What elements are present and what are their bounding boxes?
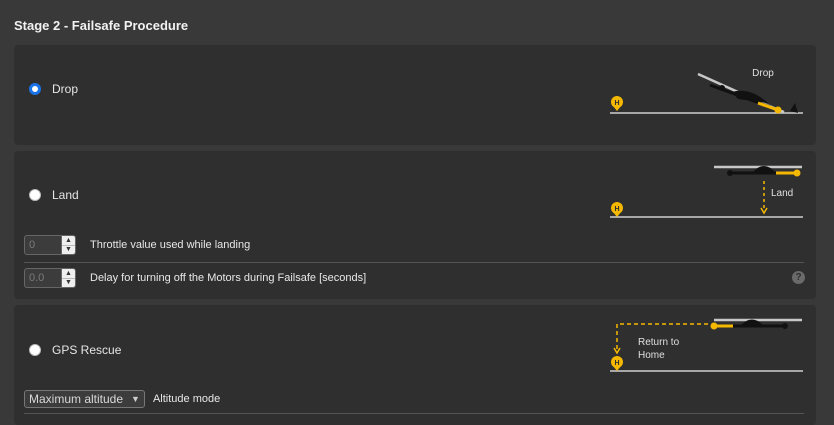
drone-icon <box>714 165 802 177</box>
throttle-label: Throttle value used while landing <box>90 239 251 251</box>
home-marker-text: H <box>614 360 619 367</box>
throttle-setting: ▲ ▼ Throttle value used while landing <box>24 235 250 255</box>
home-marker-text: H <box>614 100 619 107</box>
delay-label: Delay for turning off the Motors during … <box>90 272 367 284</box>
drop-option[interactable]: Drop <box>29 82 78 96</box>
land-diagram: H Land <box>610 165 803 218</box>
throttle-stepper[interactable]: ▲ ▼ <box>24 235 76 255</box>
gps-caption-line1: Return to <box>638 337 680 348</box>
drop-procedure-panel: Drop H Drop <box>14 45 816 145</box>
home-marker-icon: H <box>611 96 623 111</box>
spin-down-icon[interactable]: ▼ <box>62 244 75 255</box>
land-radio[interactable] <box>29 189 41 201</box>
altitude-mode-setting: Maximum altitude ▼ Altitude mode <box>24 390 220 408</box>
drop-caption: Drop <box>752 68 774 79</box>
gps-rescue-radio[interactable] <box>29 344 41 356</box>
spin-up-icon[interactable]: ▲ <box>62 269 75 278</box>
gps-rescue-option[interactable]: GPS Rescue <box>29 343 121 357</box>
land-option[interactable]: Land <box>29 188 79 202</box>
altitude-mode-label: Altitude mode <box>152 393 221 405</box>
altitude-mode-select[interactable]: Maximum altitude ▼ <box>24 390 145 408</box>
gps-rescue-label: GPS Rescue <box>52 343 122 357</box>
home-marker-icon: H <box>611 202 623 217</box>
divider <box>24 262 804 263</box>
land-label: Land <box>52 188 79 202</box>
divider <box>24 413 804 414</box>
drop-radio[interactable] <box>29 83 41 95</box>
land-caption: Land <box>771 188 793 199</box>
home-marker-icon: H <box>611 356 623 371</box>
land-procedure-panel: Land H Land ▲ ▼ Throttle value used <box>14 151 816 299</box>
drone-icon <box>710 318 802 330</box>
drop-label: Drop <box>52 82 79 96</box>
gps-rescue-diagram: H Return to Home <box>610 318 803 372</box>
page-title: Stage 2 - Failsafe Procedure <box>14 18 189 33</box>
falling-drone-icon <box>697 72 798 114</box>
delay-setting: ▲ ▼ Delay for turning off the Motors dur… <box>24 268 366 288</box>
spin-down-icon[interactable]: ▼ <box>62 277 75 288</box>
help-icon[interactable]: ? <box>792 271 805 284</box>
gps-caption-line2: Home <box>638 350 665 361</box>
delay-input[interactable] <box>25 269 61 287</box>
drop-diagram: H Drop <box>610 68 803 114</box>
throttle-input[interactable] <box>25 236 61 254</box>
arrow-down-icon <box>760 207 768 215</box>
gps-rescue-panel: GPS Rescue H Return to Home Maximum alti… <box>14 305 816 425</box>
chevron-down-icon: ▼ <box>131 394 140 404</box>
spin-up-icon[interactable]: ▲ <box>62 236 75 245</box>
home-marker-text: H <box>614 206 619 213</box>
delay-stepper[interactable]: ▲ ▼ <box>24 268 76 288</box>
altitude-mode-value: Maximum altitude <box>29 392 124 406</box>
